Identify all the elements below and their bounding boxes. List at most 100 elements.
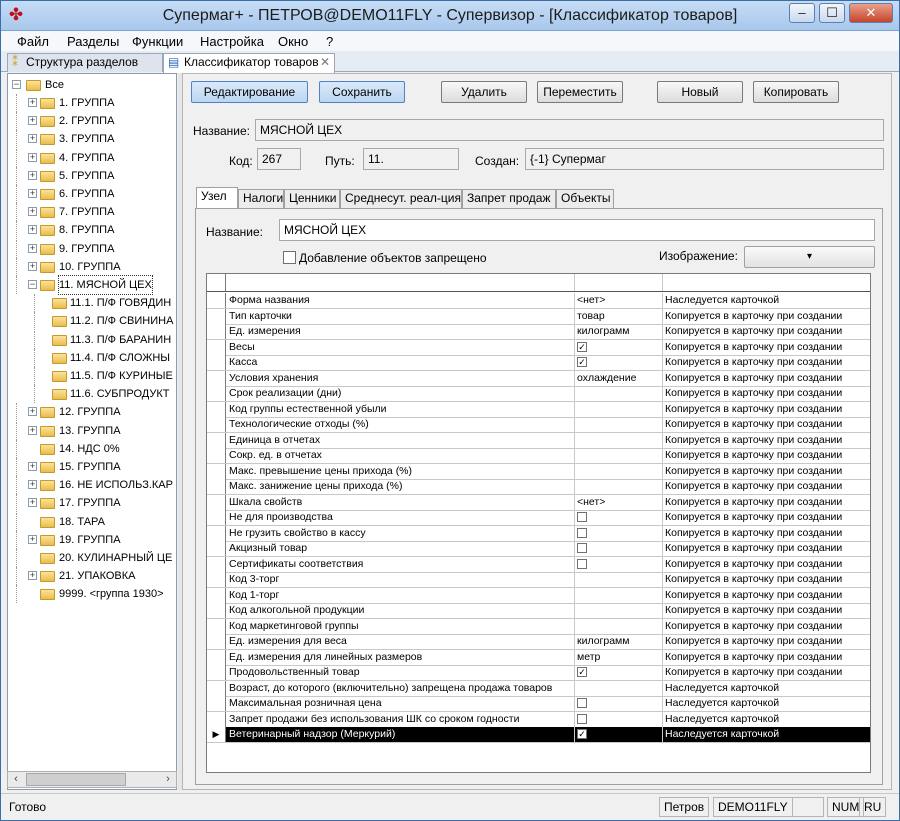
header-mode-col[interactable] [663, 274, 870, 291]
property-checkbox-cell[interactable]: ✓ [575, 665, 663, 680]
row-indicator[interactable] [207, 696, 226, 711]
scroll-left-icon[interactable]: ‹ [8, 772, 24, 787]
row-indicator[interactable] [207, 370, 226, 386]
path-field[interactable]: 11. [363, 148, 459, 170]
row-indicator[interactable] [207, 355, 226, 370]
property-value-cell[interactable]: килограмм [575, 634, 663, 649]
tree-item[interactable]: 11.1. П/Ф ГОВЯДИН [10, 294, 176, 313]
tree-item[interactable]: +2. ГРУППА [10, 112, 176, 131]
property-value-cell[interactable]: килограмм [575, 324, 663, 339]
grid-row[interactable]: Код группы естественной убыли Копируется … [207, 401, 870, 418]
property-mode-cell[interactable]: Наследуется карточкой [663, 727, 870, 742]
property-checkbox-cell[interactable] [575, 541, 663, 556]
property-mode-cell[interactable]: Копируется в карточку при создании [663, 634, 870, 649]
menu-window[interactable]: Окно [278, 34, 308, 49]
property-mode-cell[interactable]: Копируется в карточку при создании [663, 665, 870, 680]
collapse-icon[interactable]: − [28, 280, 37, 289]
tree-root[interactable]: − Все [10, 76, 170, 94]
property-checkbox[interactable] [577, 558, 587, 569]
tree-item[interactable]: 9999. <группа 1930> [10, 585, 176, 604]
grid-row[interactable]: Код маркетинговой группы Копируется в кар… [207, 618, 870, 635]
property-value-cell[interactable] [575, 618, 663, 634]
property-value-cell[interactable]: <нет> [575, 293, 663, 308]
property-checkbox[interactable]: ✓ [577, 729, 587, 739]
property-checkbox[interactable] [577, 512, 587, 522]
property-checkbox[interactable]: ✓ [577, 667, 587, 677]
row-indicator[interactable] [207, 634, 226, 649]
property-checkbox-cell[interactable]: ✓ [575, 355, 663, 370]
grid-row[interactable]: Максимальная розничная цена Наследуется к… [207, 696, 870, 712]
header-name-col[interactable] [227, 274, 575, 291]
scroll-right-icon[interactable]: › [160, 772, 176, 787]
tree-item[interactable]: − 11. МЯСНОЙ ЦЕХ [10, 275, 176, 295]
image-dropdown[interactable]: ▾ [744, 246, 875, 268]
property-mode-cell[interactable]: Копируется в карточку при создании [663, 557, 870, 572]
expand-icon[interactable]: + [28, 407, 37, 417]
properties-grid[interactable]: Форма названия <нет> Наследуется карточкой… [206, 273, 871, 773]
property-value-cell[interactable] [575, 386, 663, 401]
expand-icon[interactable]: + [28, 243, 37, 253]
group-tree[interactable]: − Все +1. ГРУППА +2. ГРУППА +3. ГРУППА +4. … [7, 73, 177, 790]
property-mode-cell[interactable]: Наследуется карточкой [663, 696, 870, 711]
row-indicator[interactable] [207, 432, 226, 448]
expand-icon[interactable]: + [28, 189, 37, 198]
scroll-thumb[interactable] [26, 773, 126, 786]
tab-price-tags[interactable]: Ценники [284, 189, 340, 208]
property-value-cell[interactable] [575, 432, 663, 448]
row-indicator[interactable] [207, 603, 226, 618]
grid-row[interactable]: Макс. занижение цены прихода (%) Копирует… [207, 479, 870, 495]
grid-row[interactable]: Весы ✓ Копируется в карточку при создании [207, 339, 870, 356]
property-mode-cell[interactable]: Копируется в карточку при создании [663, 355, 870, 370]
forbid-objects-checkbox[interactable] [283, 251, 296, 264]
edit-button[interactable]: Редактирование [191, 81, 308, 103]
close-tab-icon[interactable]: ✕ [320, 54, 330, 71]
copy-button[interactable]: Копировать [753, 81, 839, 103]
tree-item[interactable]: 11.4. П/Ф СЛОЖНЫ [10, 348, 176, 367]
property-mode-cell[interactable]: Копируется в карточку при создании [663, 495, 870, 510]
property-checkbox[interactable] [577, 698, 587, 708]
grid-row[interactable]: Код 1-торг Копируется в карточку при созд… [207, 587, 870, 604]
grid-row[interactable]: Касса ✓ Копируется в карточку при создании [207, 355, 870, 371]
grid-row[interactable]: Запрет продажи без использования ШК со с… [207, 711, 870, 728]
code-field[interactable]: 267 [257, 148, 301, 170]
tree-item[interactable]: +16. НЕ ИСПОЛЬЗ.КАР [10, 476, 176, 495]
tree-item[interactable]: +9. ГРУППА [10, 239, 176, 258]
grid-row[interactable]: Тип карточки товар Копируется в карточку п… [207, 308, 870, 325]
tree-item[interactable]: +21. УПАКОВКА [10, 567, 176, 586]
tree-item[interactable]: +6. ГРУППА [10, 185, 176, 203]
tree-item[interactable]: +7. ГРУППА [10, 203, 176, 222]
property-checkbox-cell[interactable] [575, 556, 663, 572]
tree-item[interactable]: +15. ГРУППА [10, 458, 176, 476]
property-mode-cell[interactable]: Копируется в карточку при создании [663, 603, 870, 618]
expand-icon[interactable]: + [28, 207, 37, 217]
grid-row[interactable]: Единица в отчетах Копируется в карточку п… [207, 432, 870, 449]
name-field[interactable]: МЯСНОЙ ЦЕХ [255, 119, 884, 141]
expand-icon[interactable]: + [28, 152, 37, 162]
grid-row[interactable]: Форма названия <нет> Наследуется карточкой [207, 293, 870, 309]
expand-icon[interactable]: + [28, 116, 37, 126]
menu-settings[interactable]: Настройка [200, 34, 264, 49]
tab-structure[interactable]: ⁑ Структура разделов [7, 53, 163, 72]
property-mode-cell[interactable]: Наследуется карточкой [663, 293, 870, 308]
menu-help[interactable]: ? [326, 34, 333, 49]
property-mode-cell[interactable]: Копируется в карточку при создании [663, 417, 870, 432]
grid-row[interactable]: Технологические отходы (%) Копируется в к… [207, 417, 870, 433]
expand-icon[interactable]: + [28, 462, 37, 471]
property-mode-cell[interactable]: Наследуется карточкой [663, 681, 870, 696]
property-mode-cell[interactable]: Копируется в карточку при создании [663, 572, 870, 587]
row-indicator[interactable] [207, 649, 226, 665]
tree-item[interactable]: +1. ГРУППА [10, 94, 176, 112]
minimize-button[interactable]: – [789, 3, 815, 23]
move-button[interactable]: Переместить [537, 81, 623, 103]
new-button[interactable]: Новый [657, 81, 743, 103]
property-mode-cell[interactable]: Копируется в карточку при создании [663, 433, 870, 448]
property-checkbox[interactable] [577, 543, 587, 553]
tab-taxes[interactable]: Налоги [238, 189, 284, 208]
grid-row[interactable]: Код 3-торг Копируется в карточку при созд… [207, 572, 870, 588]
property-mode-cell[interactable]: Копируется в карточку при создании [663, 402, 870, 417]
grid-row[interactable]: Сокр. ед. в отчетах Копируется в карточку… [207, 448, 870, 464]
property-value-cell[interactable] [575, 463, 663, 479]
tab-node[interactable]: Узел [196, 187, 238, 208]
expand-icon[interactable]: + [28, 425, 37, 435]
property-value-cell[interactable] [575, 479, 663, 494]
